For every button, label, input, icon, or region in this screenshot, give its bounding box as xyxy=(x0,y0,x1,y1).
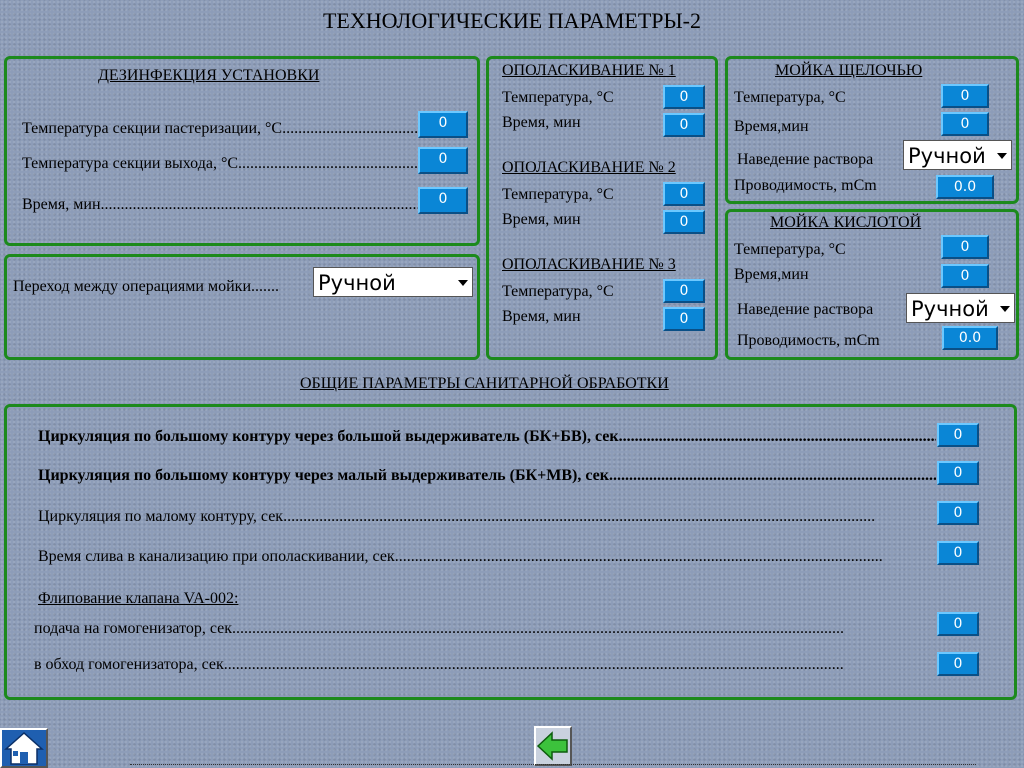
rinse-2-heading: ОПОЛАСКИВАНИЕ № 2 xyxy=(502,159,676,176)
transition-label: Переход между операциями мойки....... xyxy=(13,278,279,295)
rinse-3-time-value[interactable]: 0 xyxy=(663,307,705,331)
rinse-1-temp-value[interactable]: 0 xyxy=(663,85,705,109)
rinse-3-temp-label: Температура, °С xyxy=(502,283,614,300)
acid-conductivity-value[interactable]: 0.0 xyxy=(942,326,998,350)
homogenizer-bypass-value[interactable]: 0 xyxy=(937,652,979,676)
rinse-2-temp-label: Температура, °С xyxy=(502,186,614,203)
circulation-small-value[interactable]: 0 xyxy=(937,501,979,525)
homogenizer-feed-label: подача на гомогенизатор, сек............… xyxy=(34,620,845,637)
acid-solution-label: Наведение раствора xyxy=(737,301,874,318)
circulation-large-mv-label: Циркуляция по большому контуру через мал… xyxy=(38,467,936,484)
disinfection-time-value[interactable]: 0 xyxy=(418,187,468,214)
rinse-2-temp-value[interactable]: 0 xyxy=(663,182,705,206)
alkali-solution-select[interactable]: Ручной xyxy=(903,140,1012,170)
rinse-3-temp-value[interactable]: 0 xyxy=(663,279,705,303)
acid-temp-value[interactable]: 0 xyxy=(941,235,989,259)
rinse-3-heading: ОПОЛАСКИВАНИЕ № 3 xyxy=(502,256,676,273)
alkali-solution-label: Наведение раствора xyxy=(737,151,874,168)
acid-solution-value: Ручной xyxy=(911,297,989,321)
alkali-conductivity-value[interactable]: 0.0 xyxy=(936,175,994,199)
transition-mode-value: Ручной xyxy=(318,271,396,295)
back-button[interactable] xyxy=(534,726,572,766)
rinse-1-heading: ОПОЛАСКИВАНИЕ № 1 xyxy=(502,62,676,79)
general-heading: ОБЩИЕ ПАРАМЕТРЫ САНИТАРНОЙ ОБРАБОТКИ xyxy=(300,375,669,392)
page-title: ТЕХНОЛОГИЧЕСКИЕ ПАРАМЕТРЫ-2 xyxy=(322,8,702,33)
home-icon xyxy=(4,731,44,765)
rinse-1-time-value[interactable]: 0 xyxy=(663,113,705,137)
acid-heading: МОЙКА КИСЛОТОЙ xyxy=(770,214,922,231)
rinse-1-time-label: Время, мин xyxy=(502,114,581,131)
alkali-time-value[interactable]: 0 xyxy=(941,112,989,136)
homogenizer-feed-value[interactable]: 0 xyxy=(937,612,979,636)
alkali-conductivity-label: Проводимость, mCm xyxy=(734,177,877,194)
chevron-down-icon[interactable] xyxy=(458,280,468,286)
disinfection-heading: ДЕЗИНФЕКЦИЯ УСТАНОВКИ xyxy=(98,67,320,84)
acid-conductivity-label: Проводимость, mCm xyxy=(737,332,880,349)
circulation-large-bv-value[interactable]: 0 xyxy=(937,423,979,447)
pasteurization-temp-label: Температура секции пастеризации, °С.....… xyxy=(22,120,418,137)
homogenizer-bypass-label: в обход гомогенизатора, сек.............… xyxy=(34,656,844,673)
acid-time-label: Время,мин xyxy=(734,266,809,283)
back-arrow-icon xyxy=(536,731,568,761)
alkali-heading: МОЙКА ЩЕЛОЧЬЮ xyxy=(775,62,923,79)
exit-temp-label: Температура секции выхода, °С...........… xyxy=(22,155,418,172)
home-button[interactable] xyxy=(0,728,48,768)
bottom-divider xyxy=(130,764,976,767)
alkali-temp-label: Температура, °С xyxy=(734,89,846,106)
circulation-large-mv-value[interactable]: 0 xyxy=(937,461,979,485)
chevron-down-icon[interactable] xyxy=(997,153,1007,159)
acid-temp-label: Температура, °С xyxy=(734,241,846,258)
acid-time-value[interactable]: 0 xyxy=(941,264,989,288)
alkali-temp-value[interactable]: 0 xyxy=(941,84,989,108)
rinse-2-time-value[interactable]: 0 xyxy=(663,210,705,234)
valve-heading: Флипование клапана VA-002: xyxy=(38,590,239,607)
exit-temp-value[interactable]: 0 xyxy=(418,147,468,174)
acid-solution-select[interactable]: Ручной xyxy=(906,293,1015,323)
circulation-large-bv-label: Циркуляция по большому контуру через бол… xyxy=(38,428,936,445)
drain-time-value[interactable]: 0 xyxy=(937,541,979,565)
disinfection-time-label: Время, мин..............................… xyxy=(22,196,418,213)
rinse-1-temp-label: Температура, °С xyxy=(502,89,614,106)
drain-time-label: Время слива в канализацию при ополаскива… xyxy=(38,548,883,565)
transition-mode-select[interactable]: Ручной xyxy=(313,267,473,297)
alkali-time-label: Время,мин xyxy=(734,118,809,135)
rinse-3-time-label: Время, мин xyxy=(502,308,581,325)
rinse-2-time-label: Время, мин xyxy=(502,211,581,228)
alkali-solution-value: Ручной xyxy=(908,144,986,168)
chevron-down-icon[interactable] xyxy=(1000,306,1010,312)
circulation-small-label: Циркуляция по малому контуру, сек.......… xyxy=(38,508,876,525)
pasteurization-temp-value[interactable]: 0 xyxy=(418,111,468,138)
